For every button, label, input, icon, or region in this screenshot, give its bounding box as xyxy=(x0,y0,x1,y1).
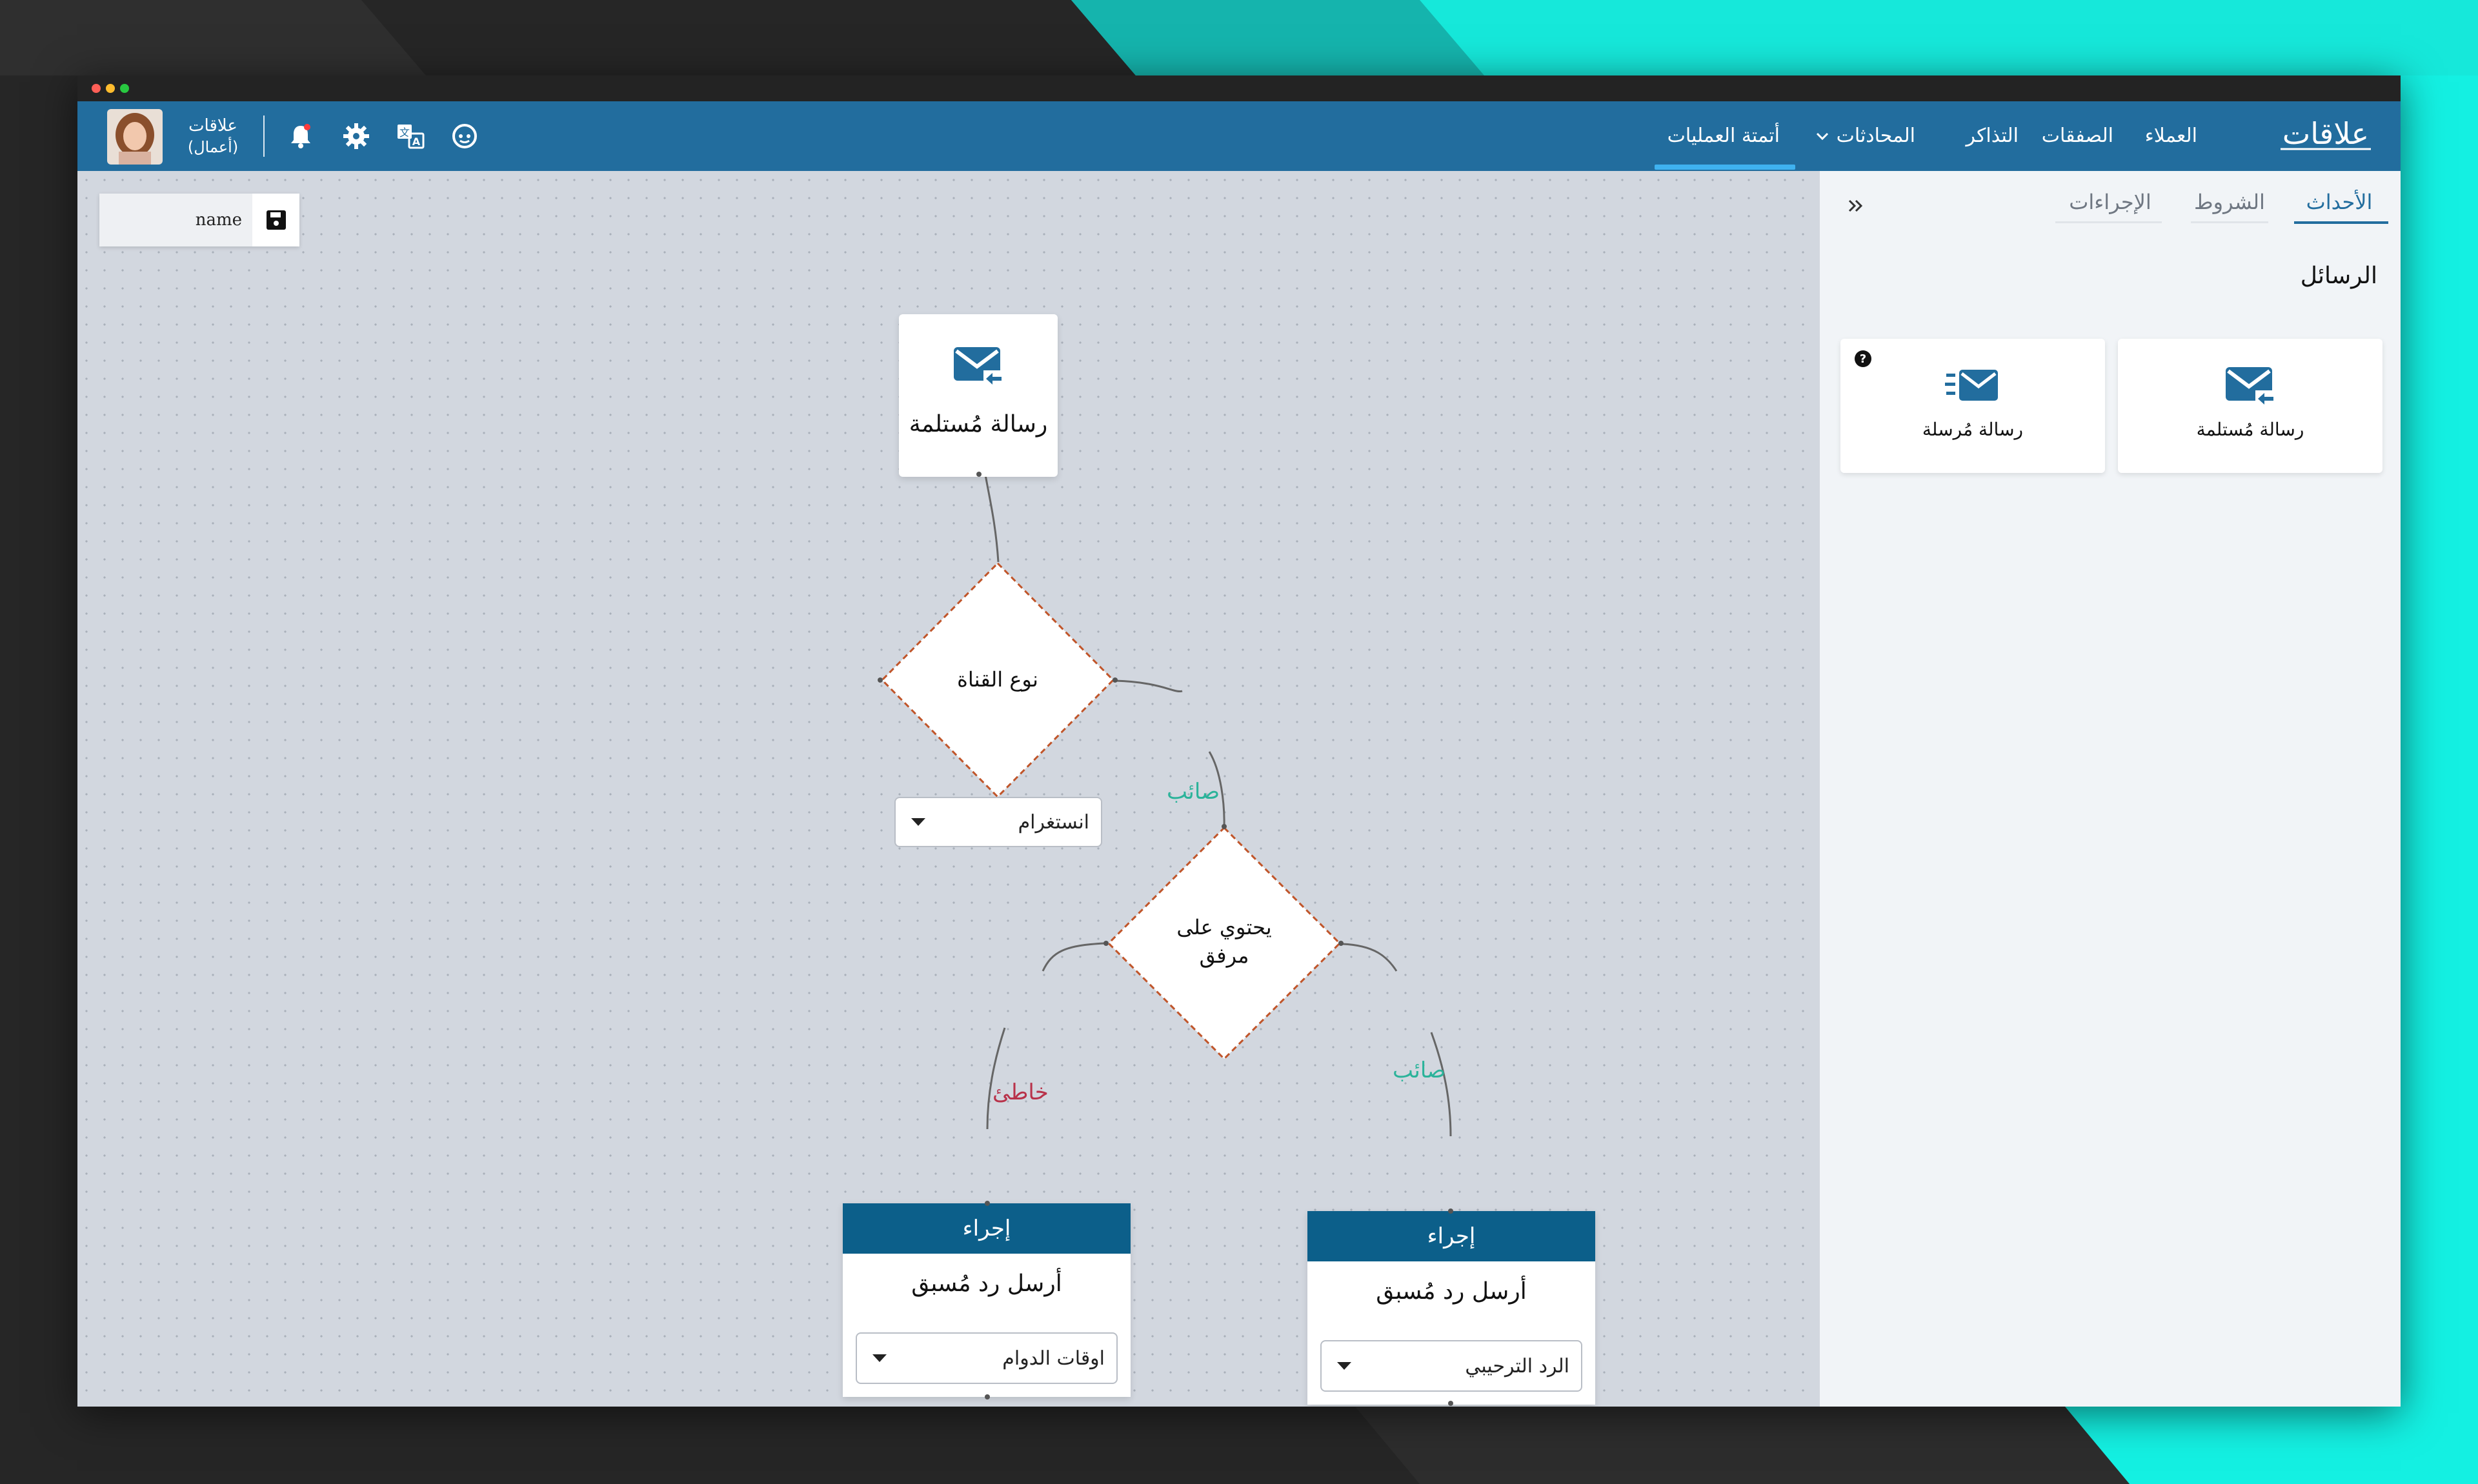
workflow-canvas[interactable]: رسالة مُستلمة نوع القناة انستغرام صائب ي… xyxy=(77,171,1820,1407)
nav-item-deals[interactable]: الصفقات xyxy=(2042,101,2113,171)
channel-select-value: انستغرام xyxy=(1018,810,1089,834)
app-logo[interactable]: علاقات xyxy=(2274,113,2377,158)
translate-icon[interactable]: 文 A xyxy=(395,121,426,152)
tab-events[interactable]: الأحداث xyxy=(2291,184,2388,220)
logo-mark: علاقات xyxy=(2281,116,2371,151)
edge-label-true: صائب xyxy=(1167,779,1220,805)
port[interactable] xyxy=(1338,941,1344,946)
action-title: أرسل رد مُسبق xyxy=(911,1270,1062,1297)
action-header: إجراء xyxy=(1307,1211,1595,1261)
user-name: علاقات xyxy=(188,116,237,135)
chevron-down-icon[interactable] xyxy=(1807,121,1838,152)
user-role: (أعمال) xyxy=(187,138,239,156)
canned-reply-value: الرد الترحيبي xyxy=(1465,1354,1569,1378)
chevron-down-icon xyxy=(872,1354,887,1362)
edge-label-true: صائب xyxy=(1393,1058,1446,1083)
port[interactable] xyxy=(1222,824,1227,829)
event-tile-received[interactable]: رسالة مُستلمة xyxy=(2118,339,2382,473)
port[interactable] xyxy=(878,677,883,683)
tab-active-indicator xyxy=(2294,221,2388,224)
tab-actions[interactable]: الإجراءات xyxy=(2052,184,2168,220)
port[interactable] xyxy=(1103,941,1109,946)
condition-attachment-line1: يحتوي على xyxy=(1176,915,1272,939)
event-tile-sent[interactable]: رسالة مُرسلة ? xyxy=(1840,339,2105,473)
port[interactable] xyxy=(985,1394,990,1399)
nav-item-automation[interactable]: أتمتة العمليات xyxy=(1667,101,1780,171)
section-title: الرسائل xyxy=(2300,263,2377,289)
edge-label-false: خاطئ xyxy=(992,1079,1049,1105)
condition-attachment-title: يحتوي على مرفق xyxy=(1160,913,1289,970)
nav-divider xyxy=(263,115,265,157)
title-bar xyxy=(77,75,2401,101)
close-dot[interactable] xyxy=(92,84,101,93)
tab-underline xyxy=(2191,221,2268,223)
condition-attachment-line2: مرفق xyxy=(1199,943,1249,968)
tab-conditions[interactable]: الشروط xyxy=(2188,184,2272,220)
nav-active-indicator xyxy=(1655,165,1795,170)
mail-in-icon xyxy=(2226,367,2275,407)
channel-select[interactable]: انستغرام xyxy=(894,797,1102,847)
canned-reply-select[interactable]: اوقات الدوام xyxy=(856,1332,1118,1384)
svg-text:A: A xyxy=(412,135,421,148)
action-node-left[interactable]: إجراء أرسل رد مُسبق اوقات الدوام xyxy=(843,1203,1131,1397)
action-title: أرسل رد مُسبق xyxy=(1376,1278,1527,1305)
port[interactable] xyxy=(985,1201,990,1206)
canned-reply-select[interactable]: الرد الترحيبي xyxy=(1320,1340,1582,1392)
support-icon[interactable] xyxy=(449,121,480,152)
action-header: إجراء xyxy=(843,1203,1131,1254)
top-nav: علاقات العملاء الصفقات التذاكر المحادثات… xyxy=(77,101,2401,171)
chevron-down-icon xyxy=(1337,1362,1351,1370)
trigger-title: رسالة مُستلمة xyxy=(909,411,1048,437)
nav-item-tickets[interactable]: التذاكر xyxy=(1966,101,2019,171)
port[interactable] xyxy=(1448,1208,1453,1214)
bell-icon[interactable] xyxy=(285,121,316,152)
logo-text: علاقات xyxy=(2282,116,2369,151)
app-window: علاقات العملاء الصفقات التذاكر المحادثات… xyxy=(77,75,2401,1407)
help-icon[interactable]: ? xyxy=(1853,349,1873,368)
minimize-dot[interactable] xyxy=(106,84,115,93)
trigger-node[interactable]: رسالة مُستلمة xyxy=(899,314,1058,477)
tile-label: رسالة مُستلمة xyxy=(2196,419,2304,440)
gear-icon[interactable] xyxy=(341,121,372,152)
tab-underline xyxy=(2055,221,2162,223)
chevron-down-icon xyxy=(911,818,925,826)
tile-label: رسالة مُرسلة xyxy=(1922,419,2024,440)
canned-reply-value: اوقات الدوام xyxy=(1002,1347,1105,1370)
avatar[interactable] xyxy=(107,109,163,165)
mail-out-icon xyxy=(1945,370,1998,401)
port[interactable] xyxy=(1448,1401,1453,1406)
double-chevron-right-icon[interactable] xyxy=(1843,193,1869,219)
mail-in-icon xyxy=(954,347,1003,387)
right-sidebar: الأحداث الشروط الإجراءات الرسائل رسالة م… xyxy=(1820,171,2401,1407)
port[interactable] xyxy=(976,472,982,477)
maximize-dot[interactable] xyxy=(120,84,129,93)
svg-text:?: ? xyxy=(1860,352,1866,366)
action-node-right[interactable]: إجراء أرسل رد مُسبق الرد الترحيبي xyxy=(1307,1211,1595,1405)
nav-item-customers[interactable]: العملاء xyxy=(2145,101,2197,171)
nav-item-conversations[interactable]: المحادثات xyxy=(1837,101,1915,171)
condition-channel-title: نوع القناة xyxy=(957,667,1038,692)
port[interactable] xyxy=(1113,677,1118,683)
